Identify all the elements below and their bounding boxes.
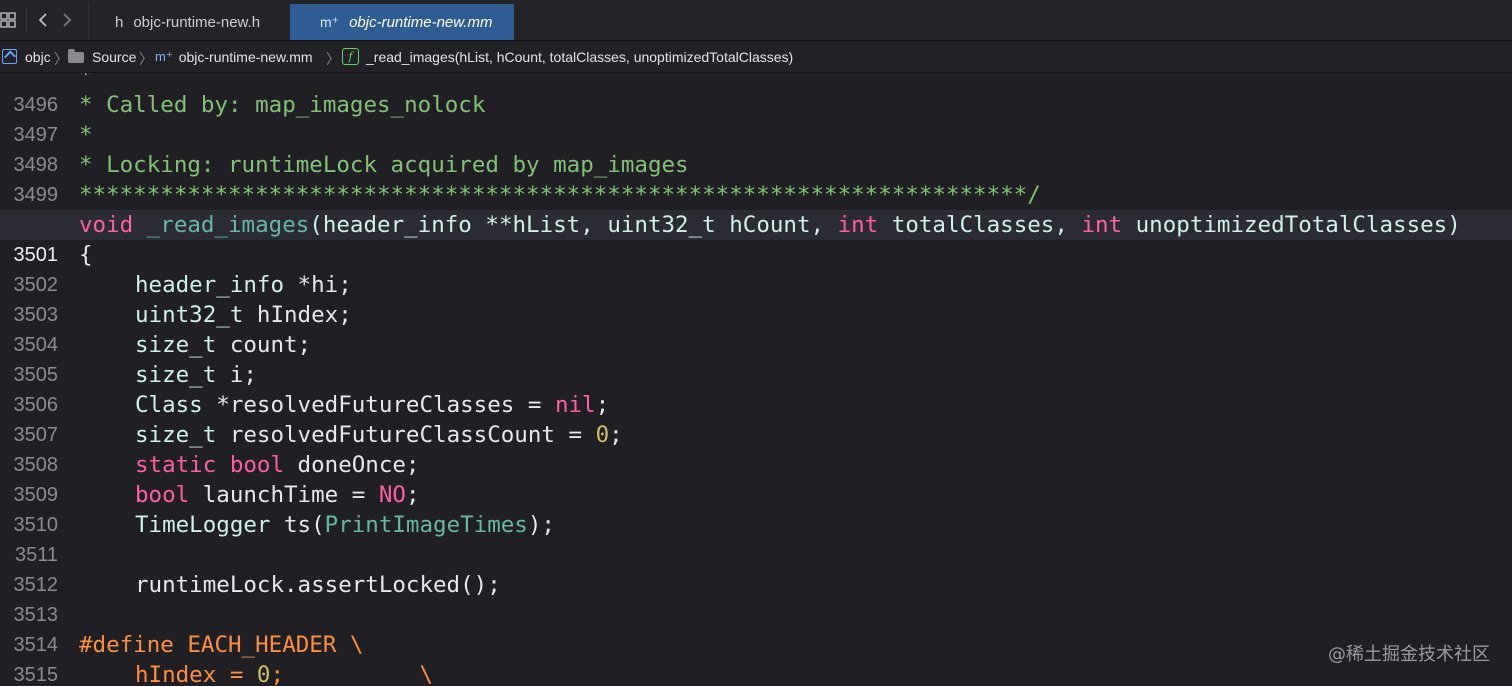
code-comment: * Called by: map_images_nolock <box>79 92 486 118</box>
objc-source-file-icon: m⁺ <box>320 13 340 30</box>
code-line-current: 3501 void _read_images(header_info **hLi… <box>0 210 1512 266</box>
breadcrumb-function[interactable]: f _read_images(hList, hCount, totalClass… <box>342 41 793 72</box>
tab-bar: h objc-runtime-new.h m⁺ objc-runtime-new… <box>0 0 1512 41</box>
code-line: 3506 size_t i; <box>0 360 1512 416</box>
code-line: 3500 ***********************************… <box>0 180 1512 236</box>
function-icon: f <box>342 48 359 65</box>
watermark: @稀土掘金技术社区 <box>1328 644 1490 665</box>
chevron-right-icon: 〉 <box>139 51 153 67</box>
code-comment: ****************************************… <box>79 182 1041 208</box>
code-line: 3497 * Called by: map_images_nolock <box>0 90 1512 146</box>
breadcrumb: objc 〉 Source 〉 m⁺ objc-runtime-new.mm 〉… <box>0 41 1512 73</box>
code-comment: * Locking: runtimeLock acquired by map_i… <box>79 152 689 178</box>
objc-source-file-icon: m⁺ <box>155 48 173 64</box>
code-text: TimeLogger ts(PrintImageTimes); <box>135 512 555 538</box>
chevron-right-icon[interactable] <box>60 11 74 29</box>
breadcrumb-file[interactable]: m⁺ objc-runtime-new.mm <box>155 41 313 72</box>
code-editor[interactable]: 3496 * 3497 * Called by: map_images_nolo… <box>0 73 1512 686</box>
header-file-icon: h <box>115 13 124 31</box>
code-text: size_t i; <box>135 362 257 388</box>
code-line: 3513 runtimeLock.assertLocked(); <box>0 570 1512 626</box>
code-line: 3514 <box>0 600 1512 656</box>
code-line: 3515 #define EACH_HEADER \ <box>0 630 1512 686</box>
code-line: 3510 bool launchTime = NO; <box>0 480 1512 536</box>
code-text: bool launchTime = NO; <box>135 482 420 508</box>
breadcrumb-folder[interactable]: Source <box>68 41 136 72</box>
code-line: 3516 hIndex = 0; \ <box>0 660 1512 686</box>
code-text: header_info *hi; <box>135 272 352 298</box>
chevron-right-icon: 〉 <box>326 51 340 67</box>
related-items-grid-icon[interactable] <box>0 12 16 28</box>
code-macro: #define EACH_HEADER \ <box>79 632 364 658</box>
code-line: 3504 uint32_t hIndex; <box>0 300 1512 356</box>
code-line: 3511 TimeLogger ts(PrintImageTimes); <box>0 510 1512 566</box>
chevron-left-icon[interactable] <box>36 11 50 29</box>
code-text: runtimeLock.assertLocked(); <box>135 572 501 598</box>
tab-header-file[interactable]: h objc-runtime-new.h <box>88 4 291 40</box>
xcode-project-icon <box>2 49 17 64</box>
code-text: size_t count; <box>135 332 312 358</box>
code-text: void _read_images(header_info **hList, u… <box>79 212 1461 238</box>
code-comment: * <box>79 122 93 148</box>
code-line: 3503 header_info *hi; <box>0 270 1512 326</box>
folder-icon <box>68 49 84 63</box>
code-text: uint32_t hIndex; <box>135 302 352 328</box>
chevron-right-icon: 〉 <box>54 51 68 67</box>
tab-source-file-active[interactable]: m⁺ objc-runtime-new.mm <box>290 4 514 40</box>
code-line: 3496 * <box>0 73 1512 116</box>
code-text: { <box>79 242 93 268</box>
code-text: Class *resolvedFutureClasses = nil; <box>135 392 610 418</box>
code-line: 3507 Class *resolvedFutureClasses = nil; <box>0 390 1512 446</box>
code-text: static bool doneOnce; <box>135 452 420 478</box>
tab-label: objc-runtime-new.mm <box>349 13 493 31</box>
code-line: 3512 <box>0 540 1512 596</box>
tab-label: objc-runtime-new.h <box>133 13 261 31</box>
code-text: size_t resolvedFutureClassCount = 0; <box>135 422 623 448</box>
code-line: 3498 * <box>0 120 1512 176</box>
breadcrumb-project[interactable]: objc <box>2 41 51 72</box>
code-line: 3508 size_t resolvedFutureClassCount = 0… <box>0 420 1512 476</box>
code-line: 3509 static bool doneOnce; <box>0 450 1512 506</box>
code-line: 3499 * Locking: runtimeLock acquired by … <box>0 150 1512 206</box>
code-line: 3502 { <box>0 240 1512 296</box>
toolbar-divider <box>26 8 27 32</box>
code-macro: hIndex = 0; \ <box>135 662 434 686</box>
code-line: 3505 size_t count; <box>0 330 1512 386</box>
code-comment: * <box>79 73 93 88</box>
